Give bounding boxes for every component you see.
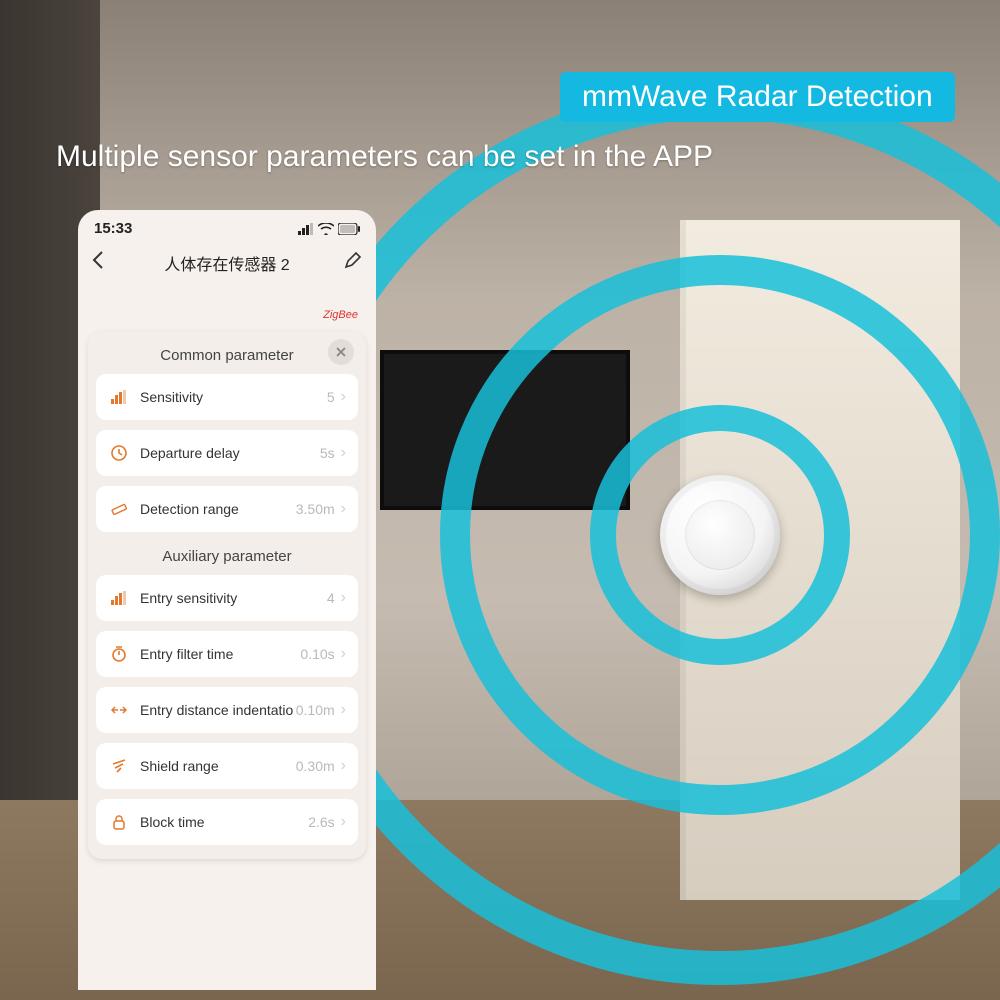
row-shield-range[interactable]: Shield range 0.30m › (96, 743, 358, 789)
row-value: 0.10m (296, 702, 335, 718)
row-value: 0.10s (300, 646, 334, 662)
row-label: Entry sensitivity (140, 590, 327, 606)
lock-icon (108, 814, 130, 830)
battery-icon (338, 223, 360, 235)
section-header-common: Common parameter (96, 341, 358, 374)
row-detection-range[interactable]: Detection range 3.50m › (96, 486, 358, 532)
pencil-icon (344, 251, 362, 269)
status-icons (298, 223, 360, 235)
wifi-icon (318, 223, 334, 235)
row-label: Departure delay (140, 445, 320, 461)
row-label: Sensitivity (140, 389, 327, 405)
back-button[interactable] (92, 251, 104, 275)
parameter-panel: Common parameter Sensitivity 5 › Departu… (88, 331, 366, 859)
arrows-icon (108, 705, 130, 715)
chevron-right-icon: › (341, 701, 346, 719)
close-icon (336, 347, 346, 357)
row-value: 0.30m (296, 758, 335, 774)
row-label: Entry filter time (140, 646, 300, 662)
chevron-right-icon: › (341, 589, 346, 607)
shield-icon (108, 758, 130, 774)
chevron-left-icon (92, 251, 104, 269)
row-block-time[interactable]: Block time 2.6s › (96, 799, 358, 845)
row-label: Detection range (140, 501, 296, 517)
chevron-right-icon: › (341, 388, 346, 406)
protocol-badge: ZigBee (78, 281, 376, 325)
timer-icon (108, 646, 130, 662)
chevron-right-icon: › (341, 500, 346, 518)
row-departure-delay[interactable]: Departure delay 5s › (96, 430, 358, 476)
clock-icon (108, 445, 130, 461)
headline-text: Multiple sensor parameters can be set in… (56, 140, 713, 174)
row-label: Entry distance indentatio (140, 702, 296, 718)
background-tv (380, 350, 630, 510)
page-title: 人体存在传感器 2 (164, 251, 289, 275)
close-button[interactable] (328, 339, 354, 365)
signal-icon (298, 223, 314, 235)
row-label: Shield range (140, 758, 296, 774)
row-entry-distance-indentation[interactable]: Entry distance indentatio 0.10m › (96, 687, 358, 733)
phone-mockup: 15:33 人体存在传感器 2 ZigBee Common parameter … (78, 210, 376, 990)
row-entry-sensitivity[interactable]: Entry sensitivity 4 › (96, 575, 358, 621)
row-value: 3.50m (296, 501, 335, 517)
chevron-right-icon: › (341, 813, 346, 831)
product-badge: mmWave Radar Detection (560, 72, 955, 122)
app-bar: 人体存在传感器 2 (78, 245, 376, 281)
bars-icon (108, 390, 130, 404)
edit-button[interactable] (344, 251, 362, 274)
chevron-right-icon: › (341, 645, 346, 663)
status-time: 15:33 (94, 220, 132, 237)
row-label: Block time (140, 814, 308, 830)
row-value: 4 (327, 590, 335, 606)
ruler-icon (108, 501, 130, 517)
background-cabinet (680, 220, 960, 900)
row-value: 2.6s (308, 814, 334, 830)
status-bar: 15:33 (78, 210, 376, 245)
row-value: 5s (320, 445, 335, 461)
row-entry-filter-time[interactable]: Entry filter time 0.10s › (96, 631, 358, 677)
chevron-right-icon: › (341, 444, 346, 462)
row-value: 5 (327, 389, 335, 405)
section-header-aux: Auxiliary parameter (96, 542, 358, 575)
bars-icon (108, 591, 130, 605)
chevron-right-icon: › (341, 757, 346, 775)
row-sensitivity[interactable]: Sensitivity 5 › (96, 374, 358, 420)
